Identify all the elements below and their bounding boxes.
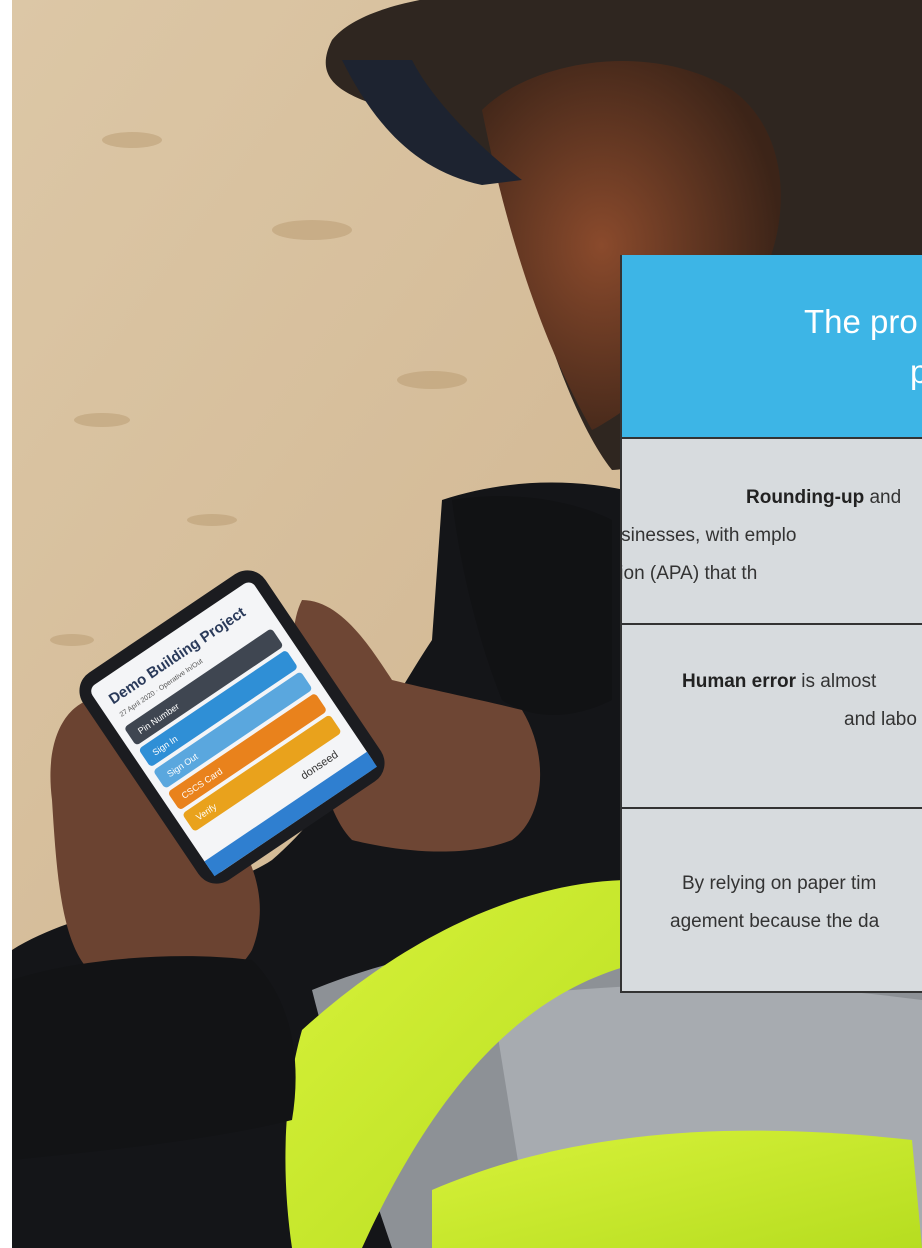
info-card-title: The prop (804, 303, 922, 390)
row3-line2: agement because the da (670, 911, 880, 932)
info-row-paper-timesheets: By relying on paper tim agement because … (622, 809, 922, 991)
row2-line2: and labo (844, 709, 917, 730)
row2-line1: Human error is almost (682, 671, 877, 692)
row3-line1: By relying on paper tim (682, 873, 877, 894)
info-card-header: The prop (622, 255, 922, 439)
info-row-human-error: Human error is almost and labo (622, 625, 922, 809)
row1-line3: tion (APA) that th (622, 563, 758, 584)
info-row-rounding: Rounding-up and businesses, with emplo t… (622, 439, 922, 625)
row1-line2: businesses, with emplo (622, 525, 797, 546)
info-card: The prop Rounding-up and businesses, wit… (620, 255, 922, 993)
row1-line1: Rounding-up and (746, 487, 902, 508)
